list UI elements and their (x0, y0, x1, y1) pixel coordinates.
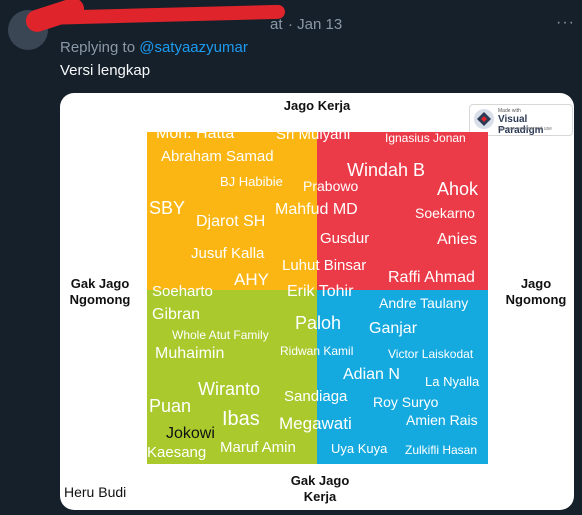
image-author: Heru Budi (64, 484, 127, 500)
axis-bottom-line1: Gak Jago (290, 473, 350, 488)
name-label: Moh. Hatta (156, 125, 235, 142)
name-label: Sri Mulyani (276, 126, 351, 143)
axis-label-bottom: Gak Jago Kerja (260, 473, 380, 505)
name-label: Mahfud MD (275, 201, 358, 218)
axis-left-line1: Gak Jago (70, 276, 130, 291)
more-options-icon[interactable]: ··· (556, 14, 575, 32)
name-label: Raffi Ahmad (388, 269, 475, 286)
name-label: Paloh (295, 313, 342, 333)
name-label: Ibas (222, 408, 260, 430)
name-label: Wiranto (198, 379, 261, 399)
tweet[interactable]: at · Jan 13 ··· Replying to @satyaazyuma… (0, 0, 582, 515)
name-label: Gusdur (320, 230, 370, 247)
name-label: La Nyalla (425, 374, 480, 389)
name-label: Luhut Binsar (282, 257, 367, 274)
name-label: Victor Laiskodat (388, 347, 474, 361)
name-label: SBY (149, 198, 186, 218)
replying-to-label: Replying to (60, 39, 140, 56)
replying-to-handle-link[interactable]: @satyaazyumar (139, 39, 248, 56)
axis-right-line1: Jago (520, 276, 552, 291)
name-label: BJ Habibie (220, 174, 283, 189)
name-label: Ignasius Jonan (385, 131, 466, 145)
tweet-text: Versi lengkap (60, 62, 151, 79)
name-label: Anies (437, 231, 478, 248)
name-label: Kaesang (147, 444, 207, 461)
name-label: Whole Atut Family (172, 328, 269, 342)
name-label: Ridwan Kamil (280, 344, 354, 358)
author-handle-fragment[interactable]: at (270, 16, 283, 33)
name-label: Soeharto (152, 283, 213, 300)
name-label: Jusuf Kalla (191, 245, 265, 262)
name-label: Windah B (347, 160, 426, 180)
name-label: AHY (234, 270, 269, 289)
logo-brand: Visual Paradigm (498, 114, 544, 136)
name-label: Adian N (343, 366, 400, 383)
name-label: Jokowi (166, 425, 215, 442)
name-label: Erik Tohir (287, 283, 354, 300)
visual-paradigm-logo-icon (474, 109, 494, 129)
name-label: Gibran (152, 306, 201, 323)
logo-subtitle: For non-commercial use (498, 126, 552, 132)
replying-to: Replying to @satyaazyumar (60, 39, 248, 56)
tweet-date[interactable]: · Jan 13 (288, 16, 342, 33)
name-label: Djarot SH (196, 213, 266, 230)
axis-bottom-line2: Kerja (303, 489, 337, 504)
name-label: Soekarno (415, 205, 475, 221)
axis-left-line2: Ngomong (69, 292, 131, 307)
name-label: Maruf Amin (220, 439, 296, 456)
name-label: Andre Taulany (379, 295, 469, 311)
name-label: Ahok (437, 179, 479, 199)
name-label: Puan (149, 396, 192, 416)
name-label: Muhaimin (155, 345, 225, 362)
name-label: Prabowo (303, 178, 359, 194)
axis-right-line2: Ngomong (505, 292, 567, 307)
axis-label-left: Gak Jago Ngomong (60, 276, 140, 308)
name-label: Roy Suryo (373, 394, 439, 410)
name-label: Zulkifli Hasan (405, 443, 478, 457)
name-label: Ganjar (369, 320, 418, 337)
name-label: Megawati (279, 414, 352, 433)
name-label: Uya Kuya (331, 441, 388, 456)
tweet-image[interactable]: Jago Kerja Gak Jago Ngomong Jago Ngomong… (60, 93, 574, 510)
name-label: Sandiaga (284, 388, 348, 405)
name-label: Amien Rais (406, 412, 478, 428)
axis-label-right: Jago Ngomong (498, 276, 574, 308)
name-label: Abraham Samad (161, 148, 274, 165)
